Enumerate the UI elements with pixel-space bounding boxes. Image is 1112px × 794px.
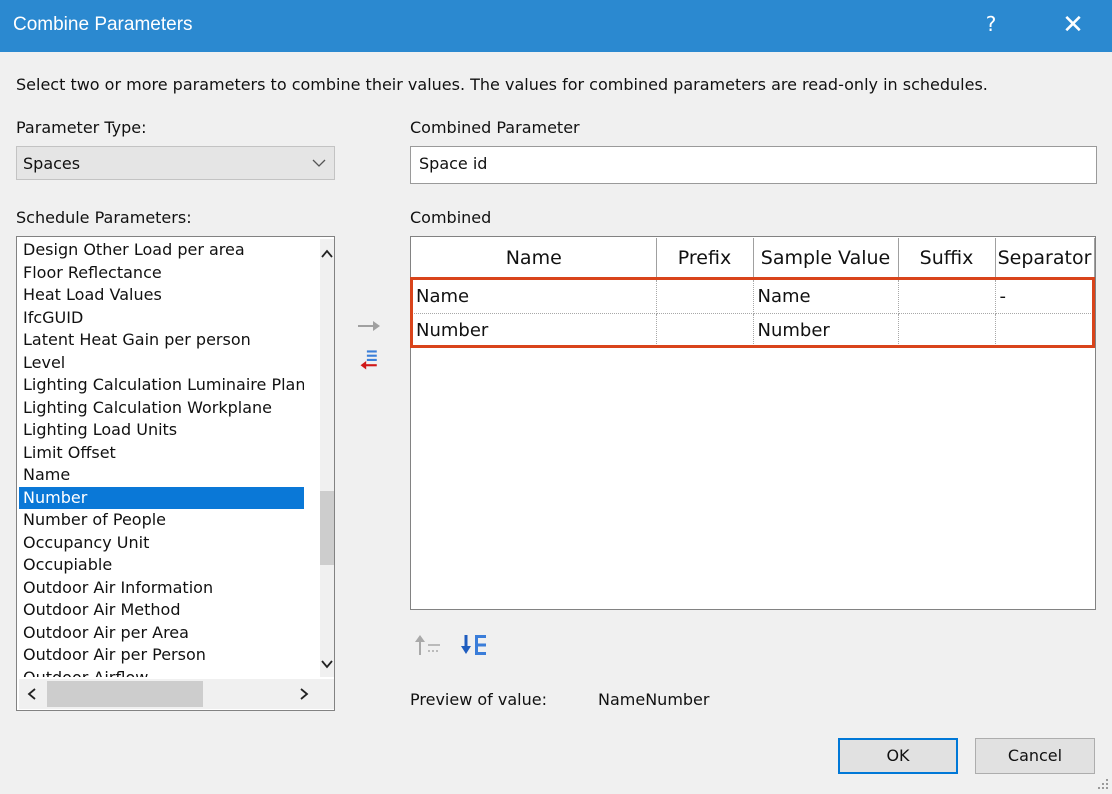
table-cell-separator[interactable] bbox=[995, 313, 1095, 348]
preview-label: Preview of value: bbox=[410, 690, 547, 709]
list-item[interactable]: Heat Load Values bbox=[19, 284, 304, 307]
list-item[interactable]: Number bbox=[19, 486, 304, 509]
close-button[interactable]: ✕ bbox=[1058, 8, 1088, 42]
column-header-name[interactable]: Name bbox=[412, 238, 657, 280]
schedule-parameters-list[interactable]: Design Other Load per area Floor Reflecta… bbox=[16, 236, 335, 711]
scroll-right-icon[interactable] bbox=[297, 687, 311, 701]
list-item[interactable]: Outdoor Air Information bbox=[19, 577, 304, 600]
resize-grip-icon[interactable] bbox=[1096, 777, 1110, 791]
scroll-up-icon[interactable] bbox=[320, 247, 334, 261]
scroll-left-icon[interactable] bbox=[25, 687, 39, 701]
move-up-icon[interactable] bbox=[412, 632, 444, 658]
scroll-down-icon[interactable] bbox=[320, 657, 334, 671]
column-header-sample-value[interactable]: Sample Value bbox=[753, 238, 899, 280]
ok-button[interactable]: OK bbox=[838, 738, 958, 774]
table-cell-prefix[interactable] bbox=[656, 313, 754, 348]
preview-value: NameNumber bbox=[598, 690, 710, 709]
horizontal-scrollbar[interactable] bbox=[19, 679, 319, 709]
table-cell-name[interactable]: Number bbox=[412, 313, 657, 348]
table-cell-sample-value[interactable]: Name bbox=[753, 279, 899, 314]
list-item[interactable]: Floor Reflectance bbox=[19, 262, 304, 285]
table-row[interactable]: Number Number bbox=[412, 313, 1095, 348]
window-title: Combine Parameters bbox=[13, 14, 193, 35]
list-item[interactable]: Latent Heat Gain per person bbox=[19, 329, 304, 352]
table-cell-prefix[interactable] bbox=[656, 279, 754, 314]
list-item[interactable]: Lighting Calculation Luminaire Plane bbox=[19, 374, 304, 397]
schedule-parameters-label: Schedule Parameters: bbox=[16, 208, 192, 227]
schedule-parameters-items: Design Other Load per area Floor Reflecta… bbox=[19, 239, 304, 677]
instructions-text: Select two or more parameters to combine… bbox=[16, 75, 988, 94]
list-item[interactable]: Number of People bbox=[19, 509, 304, 532]
list-item[interactable]: Outdoor Air per Area bbox=[19, 622, 304, 645]
parameter-type-value: Spaces bbox=[23, 154, 81, 173]
list-item[interactable]: Occupiable bbox=[19, 554, 304, 577]
table-cell-sample-value[interactable]: Number bbox=[753, 313, 899, 348]
horizontal-scroll-thumb[interactable] bbox=[47, 681, 203, 707]
title-bar: Combine Parameters ? ✕ bbox=[0, 0, 1112, 52]
help-button[interactable]: ? bbox=[980, 12, 1002, 36]
chevron-down-icon bbox=[312, 159, 326, 167]
arrow-right-icon[interactable] bbox=[355, 314, 383, 338]
cancel-button[interactable]: Cancel bbox=[975, 738, 1095, 774]
table-cell-name[interactable]: Name bbox=[412, 279, 657, 314]
list-item[interactable]: Outdoor Air per Person bbox=[19, 644, 304, 667]
move-down-icon[interactable] bbox=[458, 632, 490, 658]
table-row[interactable]: Name Name - bbox=[412, 279, 1095, 314]
list-item[interactable]: Level bbox=[19, 352, 304, 375]
remove-parameter-icon[interactable] bbox=[355, 349, 383, 373]
combined-parameter-input[interactable] bbox=[411, 147, 1096, 183]
column-header-suffix[interactable]: Suffix bbox=[898, 238, 996, 280]
vertical-scrollbar[interactable] bbox=[320, 239, 334, 677]
table-cell-separator[interactable]: - bbox=[995, 279, 1095, 314]
list-item[interactable]: IfcGUID bbox=[19, 307, 304, 330]
list-item[interactable]: Outdoor Air Method bbox=[19, 599, 304, 622]
list-item[interactable]: Limit Offset bbox=[19, 442, 304, 465]
vertical-scroll-thumb[interactable] bbox=[320, 491, 334, 565]
combined-parameter-field[interactable] bbox=[410, 146, 1097, 184]
column-header-separator[interactable]: Separator bbox=[995, 238, 1095, 280]
list-item[interactable]: Design Other Load per area bbox=[19, 239, 304, 262]
combined-parameter-label: Combined Parameter bbox=[410, 118, 580, 137]
combined-grid[interactable]: Name Prefix Sample Value Suffix Separato… bbox=[410, 236, 1096, 610]
table-cell-suffix[interactable] bbox=[898, 313, 996, 348]
scrollbar-corner bbox=[319, 679, 334, 709]
list-item[interactable]: Name bbox=[19, 464, 304, 487]
list-item[interactable]: Occupancy Unit bbox=[19, 532, 304, 555]
list-item[interactable]: Lighting Calculation Workplane bbox=[19, 397, 304, 420]
table-cell-suffix[interactable] bbox=[898, 279, 996, 314]
column-header-prefix[interactable]: Prefix bbox=[656, 238, 754, 280]
parameter-type-dropdown[interactable]: Spaces bbox=[16, 146, 335, 180]
parameter-type-label: Parameter Type: bbox=[16, 118, 147, 137]
combined-label: Combined bbox=[410, 208, 492, 227]
list-item[interactable]: Outdoor Airflow bbox=[19, 667, 304, 678]
list-item[interactable]: Lighting Load Units bbox=[19, 419, 304, 442]
